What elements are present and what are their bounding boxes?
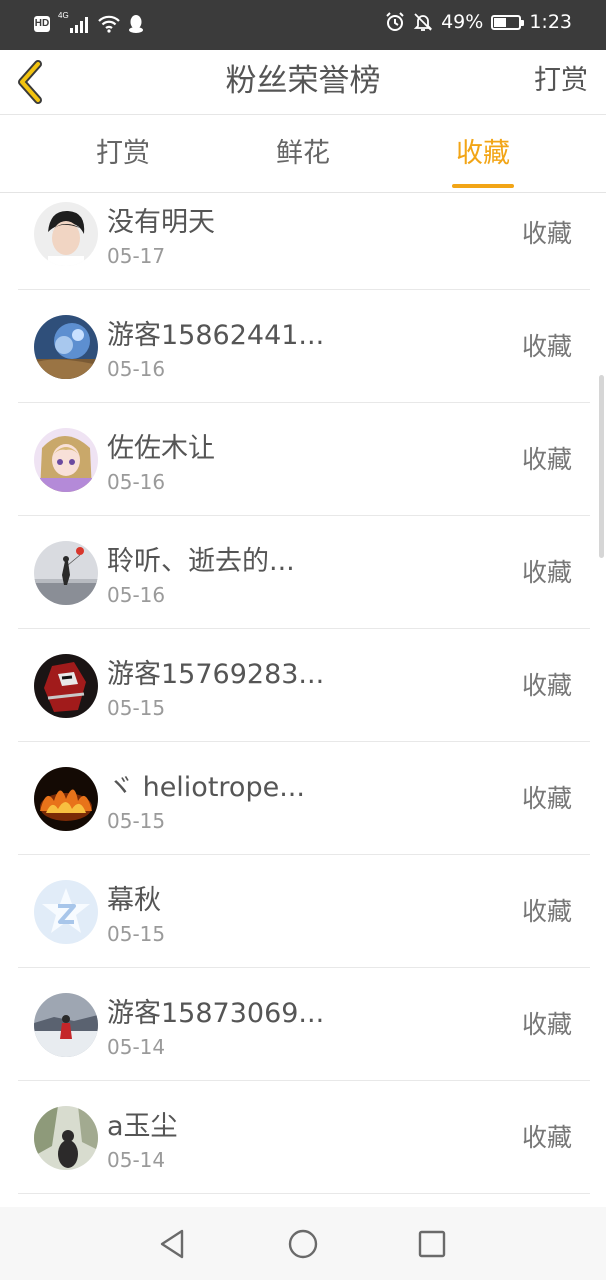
date: 05-14 bbox=[107, 1148, 166, 1172]
battery-fill bbox=[494, 17, 507, 27]
favorite-label: 收藏 bbox=[521, 784, 572, 813]
network-type: 4G bbox=[58, 11, 69, 20]
avatar[interactable] bbox=[34, 428, 98, 492]
status-left: HD 4G bbox=[34, 11, 144, 35]
user-name: a玉尘 bbox=[107, 1111, 178, 1142]
alarm-icon bbox=[386, 12, 404, 31]
hd-icon: HD bbox=[34, 16, 50, 32]
avatar[interactable] bbox=[34, 541, 98, 605]
tab-label: 鲜花 bbox=[276, 138, 330, 169]
home-circle-icon[interactable] bbox=[286, 1227, 320, 1261]
user-name: 游客15873069... bbox=[107, 998, 325, 1029]
favorite-label: 收藏 bbox=[521, 332, 572, 361]
tab-bar: 打赏 鲜花 收藏 bbox=[0, 115, 606, 193]
list-item[interactable]: 幕秋 05-15 收藏 bbox=[18, 856, 590, 968]
back-triangle-icon[interactable] bbox=[156, 1227, 190, 1261]
user-name: 游客15862441... bbox=[107, 320, 325, 351]
avatar[interactable] bbox=[34, 315, 98, 379]
user-name: 聆听、逝去的... bbox=[107, 546, 295, 577]
reward-button[interactable]: 打赏 bbox=[534, 50, 588, 114]
favorite-label: 收藏 bbox=[521, 671, 572, 700]
user-name: 幕秋 bbox=[107, 885, 161, 916]
list-item[interactable]: 游客15862441... 05-16 收藏 bbox=[18, 291, 590, 403]
list-item[interactable]: 佐佐木让 05-16 收藏 bbox=[18, 404, 590, 516]
user-name: 没有明天 bbox=[107, 207, 215, 238]
list-item[interactable]: a玉尘 05-14 收藏 bbox=[18, 1082, 590, 1194]
user-name: 佐佐木让 bbox=[107, 433, 215, 464]
fans-list[interactable]: 没有明天 05-17 收藏 游客15862441... 05-16 收藏 佐佐木… bbox=[0, 192, 606, 1207]
status-bar: HD 4G 49% 1:23 bbox=[0, 0, 606, 50]
scrollbar-thumb[interactable] bbox=[599, 375, 604, 558]
wifi-icon bbox=[98, 15, 120, 33]
avatar[interactable] bbox=[34, 654, 98, 718]
list-item[interactable]: 游客15873069... 05-14 收藏 bbox=[18, 969, 590, 1081]
tab-reward[interactable]: 打赏 bbox=[63, 115, 183, 192]
date: 05-15 bbox=[107, 696, 166, 720]
favorite-label: 收藏 bbox=[521, 897, 572, 926]
tab-label: 打赏 bbox=[96, 138, 150, 169]
favorite-label: 收藏 bbox=[521, 1123, 572, 1152]
avatar[interactable] bbox=[34, 880, 98, 944]
page-title: 粉丝荣誉榜 bbox=[225, 63, 381, 99]
clock: 1:23 bbox=[529, 11, 572, 33]
status-right: 49% 1:23 bbox=[385, 11, 572, 33]
avatar[interactable] bbox=[34, 202, 98, 266]
tab-label: 收藏 bbox=[456, 138, 510, 169]
date: 05-15 bbox=[107, 809, 166, 833]
qq-icon bbox=[129, 15, 143, 33]
back-button[interactable] bbox=[12, 58, 52, 106]
avatar[interactable] bbox=[34, 767, 98, 831]
tab-favorites[interactable]: 收藏 bbox=[423, 115, 543, 192]
chevron-left-icon bbox=[18, 60, 42, 104]
favorite-label: 收藏 bbox=[521, 445, 572, 474]
date: 05-14 bbox=[107, 1035, 166, 1059]
favorite-label: 收藏 bbox=[521, 1010, 572, 1039]
system-nav-bar bbox=[0, 1207, 606, 1280]
date: 05-15 bbox=[107, 922, 166, 946]
date: 05-16 bbox=[107, 357, 166, 381]
list-item[interactable]: 聆听、逝去的... 05-16 收藏 bbox=[18, 517, 590, 629]
top-nav-bar: 粉丝荣誉榜 打赏 bbox=[0, 50, 606, 115]
list-item[interactable]: 游客15769283... 05-15 收藏 bbox=[18, 630, 590, 742]
date: 05-17 bbox=[107, 244, 166, 268]
date: 05-16 bbox=[107, 583, 166, 607]
signal-icon: 4G bbox=[58, 11, 90, 35]
user-name: 游客15769283... bbox=[107, 659, 325, 690]
active-tab-indicator bbox=[452, 184, 514, 188]
avatar[interactable] bbox=[34, 993, 98, 1057]
battery-icon bbox=[491, 14, 525, 30]
list-item[interactable]: ヾ heliotrope... 05-15 收藏 bbox=[18, 743, 590, 855]
tab-flowers[interactable]: 鲜花 bbox=[243, 115, 363, 192]
date: 05-16 bbox=[107, 470, 166, 494]
recents-square-icon[interactable] bbox=[415, 1227, 449, 1261]
battery-cap bbox=[521, 19, 525, 26]
favorite-label: 收藏 bbox=[521, 219, 572, 248]
avatar[interactable] bbox=[34, 1106, 98, 1170]
list-item[interactable]: 没有明天 05-17 收藏 bbox=[18, 192, 590, 290]
user-name: ヾ heliotrope... bbox=[107, 772, 305, 803]
favorite-label: 收藏 bbox=[521, 558, 572, 587]
mute-icon bbox=[413, 13, 433, 31]
battery-level: 49% bbox=[441, 11, 484, 33]
